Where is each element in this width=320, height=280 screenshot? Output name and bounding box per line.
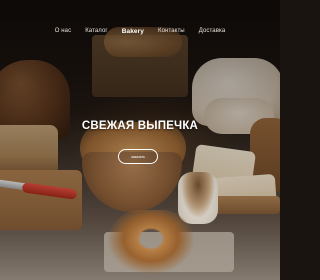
- nav-item-about[interactable]: О нас: [55, 28, 71, 34]
- hero-background: [0, 0, 280, 280]
- nav-item-contacts[interactable]: Контакты: [158, 28, 185, 34]
- nav-brand-logo[interactable]: Bakery: [122, 28, 144, 35]
- hero-title: СВЕЖАЯ ВЫПЕЧКА: [81, 120, 199, 132]
- hero-overlay: [0, 0, 280, 280]
- nav-item-delivery[interactable]: Доставка: [199, 28, 226, 34]
- top-nav: О нас Каталог Bakery Контакты Доставка: [0, 25, 280, 37]
- order-button[interactable]: заказать: [118, 149, 158, 164]
- nav-item-catalog[interactable]: Каталог: [85, 28, 108, 34]
